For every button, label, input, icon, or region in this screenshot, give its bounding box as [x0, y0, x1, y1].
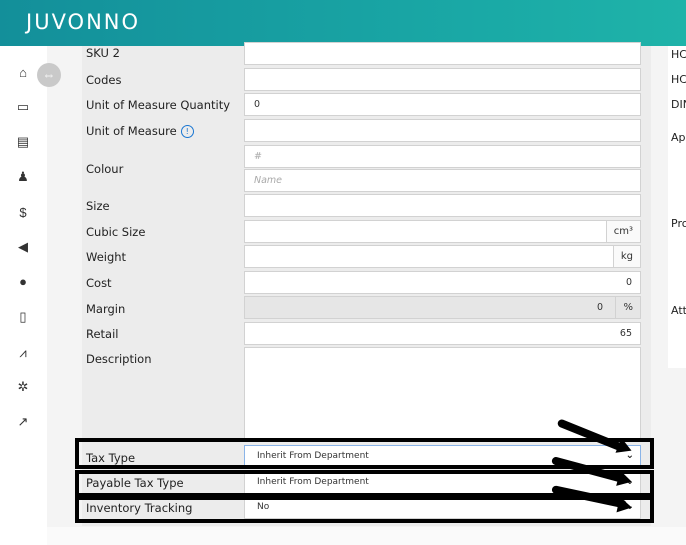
weight-input[interactable]: kg	[244, 245, 641, 268]
uom-qty-value: 0	[254, 99, 261, 110]
cubic-input[interactable]: cm³	[244, 220, 641, 243]
right-panel-label: Ap	[671, 131, 686, 144]
right-panel-label: HC	[671, 48, 686, 61]
uom-input[interactable]	[244, 119, 641, 142]
inventory-highlight	[75, 496, 654, 523]
dollar-icon[interactable]: $	[13, 204, 33, 222]
size-label: Size	[86, 199, 110, 213]
size-input[interactable]	[244, 194, 641, 217]
sku2-input[interactable]	[244, 42, 641, 65]
right-panel-label: Pro	[671, 217, 686, 230]
colour-name-placeholder: Name	[254, 175, 283, 186]
margin-input[interactable]: 0%	[244, 296, 641, 319]
sidebar: ⌂ ▭ ▤ ♟ $ ◀ ● ▯ ⩘ ✲ ↗	[0, 46, 47, 545]
clipboard-icon[interactable]: ▤	[13, 133, 33, 151]
uom-qty-input[interactable]: 0	[244, 93, 641, 116]
bottom-area	[47, 527, 686, 545]
juvonno-logo[interactable]: JUVONNO	[26, 10, 140, 34]
info-icon[interactable]: !	[180, 125, 194, 138]
colour-hex-input[interactable]: #	[244, 145, 641, 168]
colour-hex-placeholder: #	[254, 151, 262, 162]
margin-unit: %	[615, 297, 640, 318]
document-icon[interactable]: ▯	[13, 308, 33, 326]
right-panel-label: DIN	[671, 98, 686, 111]
colour-name-input[interactable]: Name	[244, 169, 641, 192]
right-side-panel	[668, 46, 686, 368]
uom-label: Unit of Measure!	[86, 124, 194, 138]
top-bar: JUVONNO	[0, 0, 686, 46]
right-panel-label: HC	[671, 73, 686, 86]
cost-value: 0	[625, 277, 632, 288]
gear-icon[interactable]: ✲	[13, 378, 33, 396]
sku2-label: SKU 2	[86, 46, 120, 60]
external-link-icon[interactable]: ↗	[13, 413, 33, 431]
users-icon[interactable]: ♟	[13, 168, 33, 186]
weight-label: Weight	[86, 250, 127, 264]
uom-label-text: Unit of Measure	[86, 124, 177, 138]
uom-qty-label: Unit of Measure Quantity	[86, 98, 231, 112]
retail-value: 65	[619, 328, 632, 339]
margin-value: 0	[596, 302, 603, 313]
margin-label: Margin	[86, 302, 126, 316]
chat-icon[interactable]: ●	[13, 273, 33, 291]
monitor-icon[interactable]: ▭	[13, 98, 33, 116]
cubic-label: Cubic Size	[86, 225, 146, 239]
cubic-unit: cm³	[605, 221, 640, 242]
megaphone-icon[interactable]: ◀	[13, 238, 33, 256]
codes-input[interactable]	[244, 68, 641, 91]
weight-unit: kg	[612, 246, 640, 267]
description-label: Description	[86, 352, 152, 366]
retail-input[interactable]: 65	[244, 322, 641, 345]
right-panel-label: Att	[671, 304, 686, 317]
retail-label: Retail	[86, 327, 119, 341]
chart-icon[interactable]: ⩘	[13, 344, 33, 362]
codes-label: Codes	[86, 73, 122, 87]
home-icon[interactable]: ⌂	[13, 64, 33, 82]
cost-input[interactable]: 0	[244, 271, 641, 294]
cost-label: Cost	[86, 276, 112, 290]
colour-label: Colour	[86, 162, 124, 176]
sidebar-collapse-icon[interactable]: ⇔	[37, 63, 61, 87]
